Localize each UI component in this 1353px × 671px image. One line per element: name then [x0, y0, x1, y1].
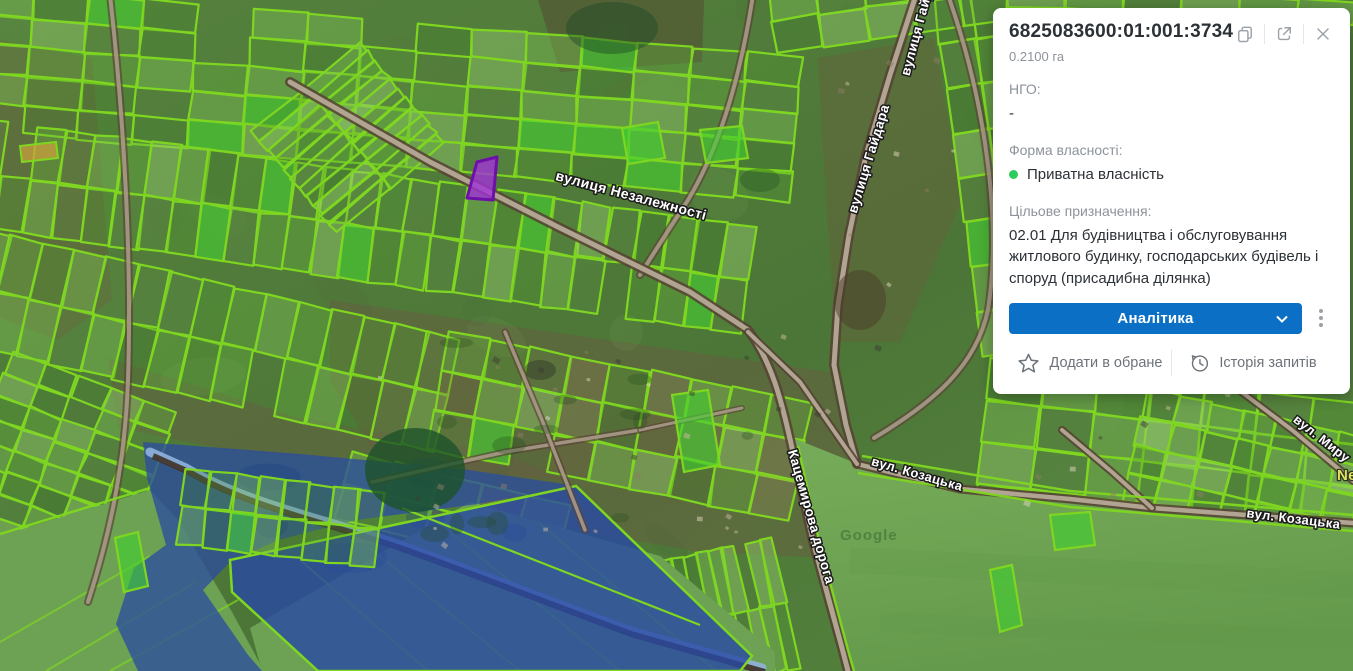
cadastral-parcel[interactable] — [748, 472, 798, 520]
star-icon — [1017, 352, 1040, 375]
history-label: Історія запитів — [1219, 355, 1316, 371]
panel-footer: Додати в обране Історія запитів — [1009, 348, 1334, 379]
favorites-label: Додати в обране — [1049, 355, 1162, 371]
cadastral-parcel[interactable] — [301, 522, 329, 561]
add-to-favorites-button[interactable]: Додати в обране — [1009, 348, 1171, 379]
panel-toolbar — [1233, 22, 1335, 46]
place-label: Ne — [1337, 467, 1353, 484]
cadastral-parcel[interactable] — [588, 441, 635, 489]
purpose-value: 02.01 Для будівництва і обслуговування ж… — [1009, 225, 1334, 290]
cadastral-parcel[interactable] — [1006, 0, 1066, 8]
ngo-label: НГО: — [1009, 81, 1334, 97]
cadastral-parcel[interactable] — [256, 476, 285, 517]
cadastral-parcel[interactable] — [1050, 512, 1095, 550]
cadastral-parcel[interactable] — [818, 8, 870, 47]
cadastral-parcel[interactable] — [574, 124, 629, 158]
cadastral-parcel[interactable] — [416, 24, 472, 58]
map-watermark: Google — [840, 527, 898, 544]
more-options-icon — [1312, 307, 1330, 329]
cadastral-parcel[interactable] — [176, 506, 206, 545]
toolbar-divider — [1264, 24, 1265, 44]
cadastral-parcel[interactable] — [0, 12, 32, 47]
panel-actions: Аналітика — [1009, 303, 1334, 334]
close-icon[interactable] — [1311, 22, 1335, 46]
cadastral-parcel[interactable] — [307, 14, 362, 47]
cadastral-parcel[interactable] — [468, 56, 527, 90]
cadastral-parcel[interactable] — [410, 81, 468, 116]
cadastral-parcel[interactable] — [350, 528, 379, 568]
cadastral-parcel[interactable] — [977, 442, 1036, 489]
ownership-value: Приватна власність — [1009, 164, 1334, 186]
toolbar-divider — [1303, 24, 1304, 44]
cadastral-parcel[interactable] — [700, 126, 748, 163]
ownership-status-dot — [1009, 170, 1018, 179]
cadastral-parcel[interactable] — [622, 122, 665, 164]
parcel-id-title: 6825083600:01:001:3734 — [1009, 21, 1233, 43]
more-options-button[interactable] — [1308, 305, 1334, 331]
cadastral-parcel[interactable] — [576, 66, 634, 100]
open-in-new-icon[interactable] — [1272, 22, 1296, 46]
cadastral-parcel[interactable] — [981, 401, 1040, 448]
cadastral-parcel[interactable] — [79, 80, 136, 114]
cadastral-parcel[interactable] — [20, 142, 58, 162]
cadastral-parcel[interactable] — [137, 57, 194, 92]
chevron-down-icon — [1274, 311, 1290, 327]
cadastral-parcel[interactable] — [138, 28, 195, 62]
purpose-label: Цільове призначення: — [1009, 203, 1334, 219]
analytics-button[interactable]: Аналітика — [1009, 303, 1302, 334]
copy-icon[interactable] — [1233, 22, 1257, 46]
ngo-value: - — [1009, 103, 1334, 125]
parcel-area: 0.2100 га — [1009, 49, 1334, 64]
cadastral-parcel[interactable] — [251, 516, 279, 556]
ownership-text: Приватна власність — [1027, 164, 1164, 186]
ownership-label: Форма власності: — [1009, 142, 1334, 158]
panel-header: 6825083600:01:001:3734 — [1009, 21, 1334, 46]
parcel-info-panel: 6825083600:01:001:3734 — [993, 8, 1350, 394]
cadastral-parcel[interactable] — [193, 63, 250, 96]
history-icon — [1189, 353, 1210, 374]
cadastral-parcel[interactable] — [0, 42, 30, 75]
cadastral-parcel[interactable] — [633, 71, 690, 105]
history-button[interactable]: Історія запитів — [1172, 349, 1334, 378]
analytics-button-label: Аналітика — [1117, 310, 1193, 327]
